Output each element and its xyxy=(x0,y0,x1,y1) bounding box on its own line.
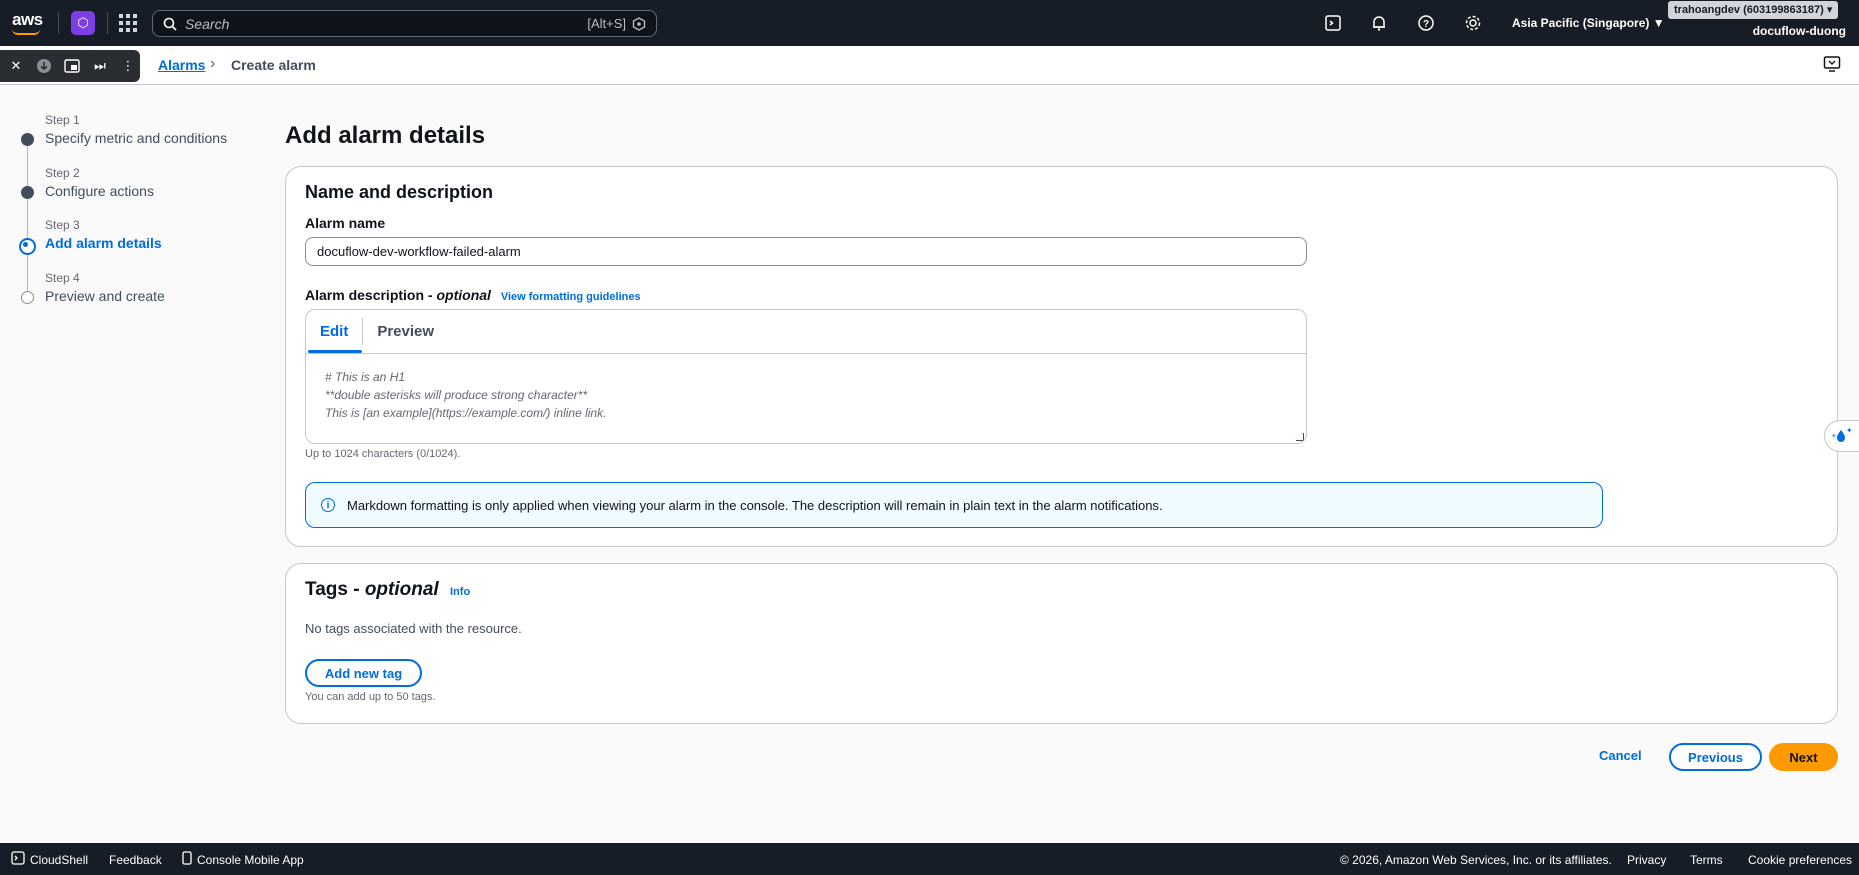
info-alert-text: Markdown formatting is only applied when… xyxy=(347,497,1163,513)
feedback-panel-icon[interactable] xyxy=(1823,55,1841,78)
description-label-text: Alarm description - xyxy=(305,287,433,303)
alarm-name-input[interactable] xyxy=(305,237,1307,266)
step-3: Step 3 Add alarm details xyxy=(45,218,162,251)
step-number: Step 4 xyxy=(45,271,80,285)
breadcrumb-alarms-link[interactable]: Alarms xyxy=(158,57,205,73)
step-4-indicator xyxy=(21,291,34,304)
picture-in-picture-icon[interactable] xyxy=(60,54,84,78)
step-1-indicator xyxy=(21,133,34,146)
markdown-info-alert: i Markdown formatting is only applied wh… xyxy=(305,482,1603,528)
tag-limit-hint: You can add up to 50 tags. xyxy=(305,691,436,703)
footer-mobile-app[interactable]: Console Mobile App xyxy=(197,853,304,867)
cloudwatch-service-icon[interactable]: ⬡ xyxy=(71,11,95,35)
tab-preview[interactable]: Preview xyxy=(363,310,448,353)
footer-feedback[interactable]: Feedback xyxy=(109,853,162,867)
skip-forward-icon[interactable]: ⏭ xyxy=(88,54,112,78)
tab-edit[interactable]: Edit xyxy=(306,310,363,353)
formatting-guidelines-link[interactable]: View formatting guidelines xyxy=(501,291,641,303)
optional-text: optional xyxy=(364,579,439,600)
description-editor: Edit Preview xyxy=(305,309,1307,444)
floating-toolbar: ✕ ⏭ ⋮ xyxy=(0,50,140,82)
search-icon xyxy=(163,17,177,31)
breadcrumb-separator: › xyxy=(210,55,216,72)
step-2[interactable]: Step 2 Configure actions xyxy=(45,166,154,199)
page-title: Add alarm details xyxy=(285,122,486,149)
step-number: Step 3 xyxy=(45,218,80,232)
footer-copyright: © 2026, Amazon Web Services, Inc. or its… xyxy=(1340,853,1612,867)
amazon-q-side-icon[interactable]: ✦ + xyxy=(1824,420,1859,452)
next-button[interactable]: Next xyxy=(1769,743,1838,771)
editor-tabs: Edit Preview xyxy=(306,310,1306,354)
service-glyph: ⬡ xyxy=(77,15,89,30)
footer-cloudshell[interactable]: CloudShell xyxy=(30,853,88,867)
step-number: Step 2 xyxy=(45,166,80,180)
nav-divider xyxy=(58,12,59,34)
step-label: Preview and create xyxy=(45,288,165,304)
alarm-name-label: Alarm name xyxy=(305,215,386,231)
footer-terms[interactable]: Terms xyxy=(1690,853,1723,867)
help-icon[interactable]: ? xyxy=(1416,13,1436,33)
account-user-name[interactable]: docuflow-duong xyxy=(1753,24,1846,38)
alarm-description-textarea[interactable] xyxy=(306,354,1306,443)
step-label: Specify metric and conditions xyxy=(45,130,228,146)
step-number: Step 1 xyxy=(45,113,80,127)
search-input[interactable] xyxy=(185,15,588,32)
step-label: Add alarm details xyxy=(45,235,162,251)
character-count-hint: Up to 1024 characters (0/1024). xyxy=(305,448,461,460)
aws-logo-text: aws xyxy=(12,10,43,29)
svg-text:+: + xyxy=(1831,432,1837,440)
more-options-icon[interactable]: ⋮ xyxy=(116,54,140,78)
aws-smile-icon xyxy=(12,29,40,35)
resize-handle[interactable] xyxy=(1296,433,1304,441)
svg-text:✦: ✦ xyxy=(1846,426,1851,435)
no-tags-text: No tags associated with the resource. xyxy=(305,621,522,636)
nav-divider xyxy=(107,12,108,34)
add-new-tag-button[interactable]: Add new tag xyxy=(305,659,422,687)
cancel-button[interactable]: Cancel xyxy=(1599,748,1642,763)
aws-logo[interactable]: aws xyxy=(12,10,43,35)
step-1[interactable]: Step 1 Specify metric and conditions xyxy=(45,113,227,146)
notifications-bell-icon[interactable] xyxy=(1369,13,1389,33)
step-3-indicator xyxy=(19,238,36,255)
tags-panel: Tags - optional Info No tags associated … xyxy=(285,563,1838,724)
mobile-phone-icon xyxy=(182,851,193,868)
step-label: Configure actions xyxy=(45,183,154,199)
optional-text: optional xyxy=(436,287,491,303)
close-icon[interactable]: ✕ xyxy=(4,54,28,78)
download-icon[interactable] xyxy=(32,54,56,78)
name-description-panel: Name and description Alarm name Alarm de… xyxy=(285,166,1838,547)
steps-connector xyxy=(27,140,28,300)
search-box[interactable]: [Alt+S] xyxy=(152,10,657,37)
footer-privacy[interactable]: Privacy xyxy=(1627,853,1666,867)
footer: CloudShell Feedback Console Mobile App ©… xyxy=(0,843,1859,875)
alarm-description-label: Alarm description - optional View format… xyxy=(305,287,641,303)
panel-heading: Name and description xyxy=(305,182,494,202)
amazon-q-icon[interactable] xyxy=(632,16,646,31)
svg-text:?: ? xyxy=(1423,19,1429,30)
step-4: Step 4 Preview and create xyxy=(45,271,165,304)
step-2-indicator xyxy=(21,186,34,199)
search-shortcut: [Alt+S] xyxy=(587,16,626,31)
previous-button[interactable]: Previous xyxy=(1669,743,1762,771)
cloudshell-footer-icon[interactable] xyxy=(11,851,25,868)
footer-cookie-preferences[interactable]: Cookie preferences xyxy=(1748,853,1852,867)
tags-heading: Tags - optional Info xyxy=(305,579,470,601)
services-grid-icon[interactable] xyxy=(119,14,137,32)
tags-heading-text: Tags - xyxy=(305,579,360,600)
tags-info-link[interactable]: Info xyxy=(450,586,470,598)
info-icon: i xyxy=(321,498,335,512)
cloudshell-icon[interactable] xyxy=(1323,13,1343,33)
breadcrumb-current: Create alarm xyxy=(231,57,316,73)
settings-gear-icon[interactable] xyxy=(1463,13,1483,33)
region-selector[interactable]: Asia Pacific (Singapore) ▼ xyxy=(1512,16,1665,30)
top-navigation: aws ⬡ [Alt+S] ? Asia Pacific (Singapore)… xyxy=(0,0,1859,46)
account-menu[interactable]: trahoangdev (603199863187) ▾ xyxy=(1668,1,1839,19)
